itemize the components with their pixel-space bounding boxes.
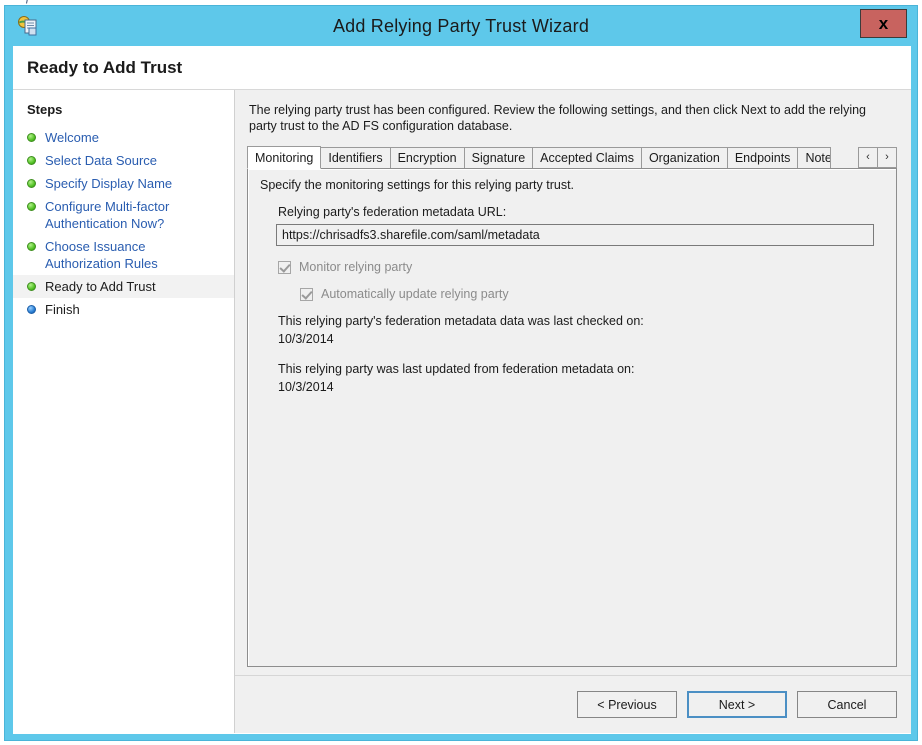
sidebar-item-finish[interactable]: Finish <box>13 298 234 321</box>
tab-identifiers[interactable]: Identifiers <box>320 147 391 168</box>
last-updated-value: 10/3/2014 <box>278 380 334 394</box>
checkbox-checked-icon[interactable] <box>300 287 313 301</box>
adfs-relying-party-icon <box>17 15 39 37</box>
previous-button[interactable]: < Previous <box>577 691 677 718</box>
sidebar-item-label: Ready to Add Trust <box>45 279 156 294</box>
sidebar-item-label: Choose Issuance Authorization Rules <box>45 239 158 271</box>
steps-title: Steps <box>27 102 63 117</box>
main-panel: The relying party trust has been configu… <box>235 90 911 733</box>
window-title: Add Relying Party Trust Wizard <box>332 15 590 36</box>
sidebar-item-choose-issuance-authorization-rules[interactable]: Choose Issuance Authorization Rules <box>13 235 234 275</box>
monitor-relying-party-label: Monitor relying party <box>299 260 413 274</box>
chevron-left-icon[interactable]: ‹ <box>858 147 878 168</box>
tab-strip: Monitoring Identifiers Encryption Signat… <box>247 146 897 169</box>
tab-monitoring[interactable]: Monitoring <box>247 146 322 169</box>
metadata-url-label: Relying party's federation metadata URL: <box>278 205 507 219</box>
chevron-right-icon[interactable]: › <box>877 147 897 168</box>
sidebar-item-label: Welcome <box>45 130 99 145</box>
metadata-url-input[interactable] <box>276 224 874 246</box>
sidebar-item-label: Configure Multi-factor Authentication No… <box>45 199 170 231</box>
sidebar-item-label: Select Data Source <box>45 153 158 168</box>
last-checked-value: 10/3/2014 <box>278 332 334 346</box>
close-icon[interactable]: x <box>860 9 907 38</box>
settings-tab-control: Monitoring Identifiers Encryption Signat… <box>247 146 897 667</box>
page-header: Ready to Add Trust <box>13 46 911 90</box>
wizard-client-area: Ready to Add Trust Steps Welcome Select … <box>13 46 911 734</box>
tab-scroll-buttons: ‹ › <box>858 147 897 168</box>
monitoring-tab-panel: Specify the monitoring settings for this… <box>247 168 897 667</box>
page-title: Ready to Add Trust <box>27 57 183 77</box>
tab-signature[interactable]: Signature <box>463 147 534 168</box>
sidebar-item-ready-to-add-trust[interactable]: Ready to Add Trust <box>13 275 234 298</box>
sidebar-item-configure-multifactor-authentication[interactable]: Configure Multi-factor Authentication No… <box>13 195 234 235</box>
sidebar-item-welcome[interactable]: Welcome <box>13 126 234 149</box>
next-button[interactable]: Next > <box>687 691 787 718</box>
steps-sidebar: Steps Welcome Select Data Source Specify… <box>13 90 235 733</box>
checkbox-checked-icon[interactable] <box>278 260 291 274</box>
tab-organization[interactable]: Organization <box>640 147 728 168</box>
auto-update-relying-party-label: Automatically update relying party <box>321 287 509 301</box>
auto-update-relying-party-checkbox-row[interactable]: Automatically update relying party <box>300 287 884 301</box>
step-status-icon <box>27 242 36 251</box>
sidebar-item-label: Specify Display Name <box>45 176 173 191</box>
step-status-icon <box>27 133 36 142</box>
tab-accepted-claims[interactable]: Accepted Claims <box>532 147 642 168</box>
wizard-footer: < Previous Next > Cancel <box>235 675 911 733</box>
tab-endpoints[interactable]: Endpoints <box>726 147 799 168</box>
monitoring-description: Specify the monitoring settings for this… <box>260 178 575 192</box>
wizard-window: Add Relying Party Trust Wizard x Ready t… <box>4 5 918 741</box>
title-bar: Add Relying Party Trust Wizard x <box>5 6 917 46</box>
tab-notes[interactable]: Notes <box>797 147 832 168</box>
monitor-relying-party-checkbox-row[interactable]: Monitor relying party <box>278 260 884 274</box>
step-status-icon <box>27 282 36 291</box>
last-checked-label: This relying party's federation metadata… <box>278 314 644 328</box>
last-updated-label: This relying party was last updated from… <box>278 362 635 376</box>
step-status-icon <box>27 202 36 211</box>
step-status-icon <box>27 305 36 314</box>
tab-encryption[interactable]: Encryption <box>389 147 465 168</box>
stray-text-fragment: f <box>26 0 29 4</box>
cancel-button[interactable]: Cancel <box>797 691 897 718</box>
sidebar-item-specify-display-name[interactable]: Specify Display Name <box>13 172 234 195</box>
wizard-body: Steps Welcome Select Data Source Specify… <box>13 90 911 733</box>
step-status-icon <box>27 179 36 188</box>
step-status-icon <box>27 156 36 165</box>
sidebar-item-select-data-source[interactable]: Select Data Source <box>13 149 234 172</box>
intro-text: The relying party trust has been configu… <box>249 103 867 133</box>
sidebar-item-label: Finish <box>45 302 80 317</box>
